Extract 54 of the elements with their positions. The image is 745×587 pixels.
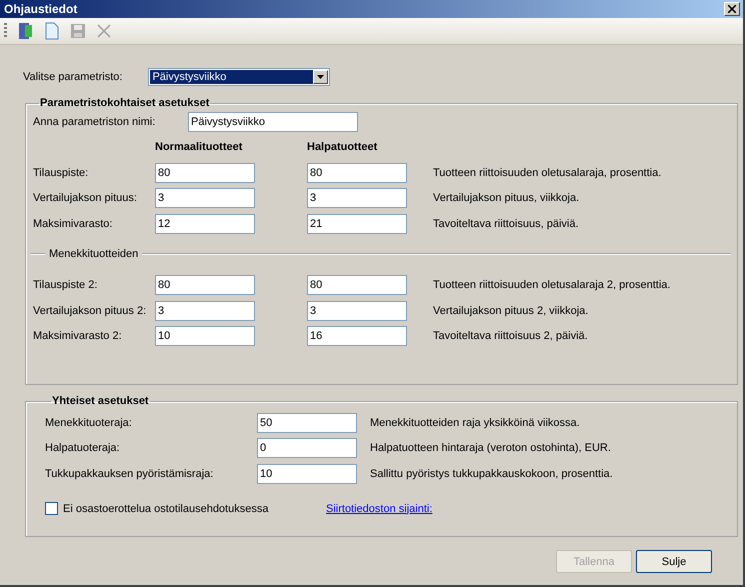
input-field[interactable]: 10 [257,464,357,484]
column-header: Halpatuotteet [307,141,378,154]
caret-icon [317,75,324,79]
field-label: Halpatuoteraja: [45,442,121,454]
subsection-title: Menekkituotteiden [49,248,138,260]
input-field[interactable]: 12 [155,214,255,234]
close-icon [728,5,736,13]
input-field[interactable]: 3 [307,188,407,208]
field-description: Tuotteen riittoisuuden oletusalaraja, prosenttia. [433,166,662,179]
window-title: Ohjaustiedot [4,2,78,16]
cross-icon [96,23,112,39]
input-field[interactable]: 16 [307,326,407,346]
field-label: Tukkupakkauksen pyöristämisraja: [45,468,214,480]
toolbar-grip [4,23,7,39]
dialog-button[interactable]: Sulje [636,550,712,573]
input-field[interactable]: 80 [155,275,255,296]
input-field[interactable]: 80 [307,275,407,296]
group-title: Yhteiset asetukset [51,395,150,407]
input-field[interactable]: 80 [307,162,407,183]
field-description: Vertailujakson pituus 2, viikkoja. [433,304,590,317]
input-field[interactable]: 80 [155,162,255,183]
field-description: Tavoiteltava riittoisuus, päiviä. [433,218,580,230]
file-location-link[interactable]: Siirtotiedoston sijainti: [326,502,432,514]
field-label: Tilauspiste: [33,166,90,179]
input-field[interactable]: 3 [307,300,407,321]
field-label: Tilauspiste 2: [33,279,98,292]
field-description: Vertailujakson pituus, viikkoja. [433,192,580,204]
field-label: Valitse parametristo: [23,71,122,83]
input-field[interactable]: 10 [155,326,255,346]
field-description: Tuotteen riittoisuuden oletusalaraja 2, prosenttia. [433,279,672,292]
document-icon [45,22,59,40]
field-label: Maksimivarasto: [33,218,114,230]
checkbox-label: Ei osastoerottelua ostotilausehdotuksessa [63,502,268,514]
field-label: Vertailujakson pituus: [33,192,138,204]
field-label: Vertailujakson pituus 2: [33,304,148,317]
input-field[interactable]: 3 [155,300,255,321]
door-icon [18,22,34,40]
input-field[interactable]: 50 [257,412,357,433]
group-title: Parametristokohtaiset asetukset [39,97,210,109]
field-label: Menekkituoteraja: [45,416,133,429]
input-field[interactable]: 21 [307,214,407,234]
input-field[interactable]: 3 [155,188,255,208]
close-button[interactable] [724,2,740,16]
field-description: Tavoiteltava riittoisuus 2, päiviä. [433,330,589,342]
field-description: Menekkituotteiden raja yksikköinä viikossa. [370,416,581,429]
parameter-set-dropdown[interactable]: Päivystysviikko [148,68,330,86]
input-field[interactable]: Päivystysviikko [188,112,358,132]
input-field[interactable]: 0 [257,438,357,458]
field-description: Sallittu pyöristys tukkupakkauskokoon, prosenttia. [370,468,614,480]
field-description: Halpatuotteen hintaraja (veroton ostohinta), EUR. [370,442,612,454]
column-header: Normaalituotteet [155,141,244,154]
checkbox[interactable] [45,502,58,515]
field-label: Anna parametriston nimi: [33,116,156,128]
field-label: Maksimivarasto 2: [33,330,123,342]
